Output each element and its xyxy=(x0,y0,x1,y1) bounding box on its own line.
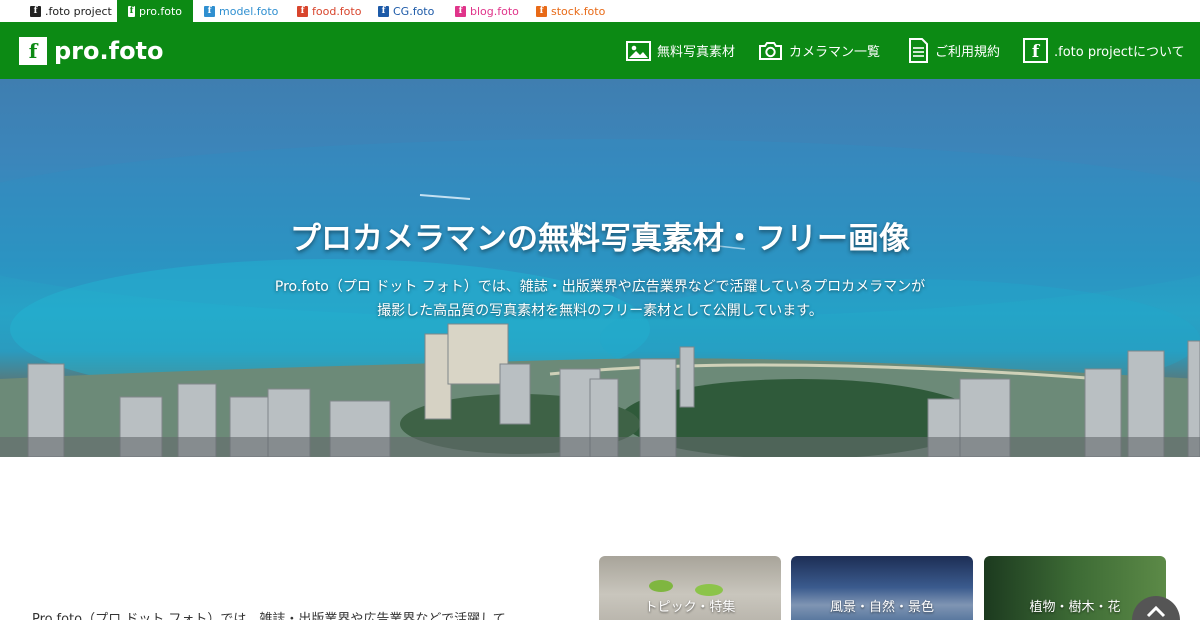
network-tab-label: blog.foto xyxy=(470,4,519,18)
category-card-landscape[interactable]: 風景・自然・景色 xyxy=(791,556,973,620)
chevron-up-icon xyxy=(1146,605,1166,618)
category-card-topics[interactable]: トピック・特集 xyxy=(599,556,781,620)
nav-photographers[interactable]: カメラマン一覧 xyxy=(758,22,880,79)
nav-terms[interactable]: ご利用規約 xyxy=(908,22,1000,79)
network-tab-stock-foto[interactable]: f stock.foto xyxy=(536,0,605,22)
nav-label: ご利用規約 xyxy=(935,45,1001,60)
network-tab-label: food.foto xyxy=(312,4,362,18)
hero-background-image xyxy=(0,139,1200,457)
logo-text: pro.foto xyxy=(54,37,164,65)
site-logo[interactable]: f pro.foto xyxy=(19,37,164,65)
camera-icon xyxy=(758,41,783,61)
network-tab-label: stock.foto xyxy=(551,4,606,18)
category-label: 風景・自然・景色 xyxy=(829,600,934,615)
intro-text: Pro.foto（プロ ドット フォト）では、雑誌・出版業界や広告業界などで活躍… xyxy=(32,612,506,620)
document-icon xyxy=(908,38,929,63)
foto-logo-icon: f xyxy=(30,5,41,17)
logo-mark: f xyxy=(19,37,47,65)
hero-description-line: Pro.foto（プロ ドット フォト）では、雑誌・出版業界や広告業界などで活躍… xyxy=(274,279,926,295)
category-label: トピック・特集 xyxy=(644,600,736,615)
foto-logo-icon: f xyxy=(128,5,136,17)
network-tab-bar: f .foto project f pro.foto f model.foto … xyxy=(0,0,1200,22)
network-tab-label: .foto project xyxy=(45,4,112,18)
nav-label: カメラマン一覧 xyxy=(789,45,881,60)
network-tab-label: model.foto xyxy=(219,4,279,18)
network-tab-blog-foto[interactable]: f blog.foto xyxy=(455,0,519,22)
svg-text:f: f xyxy=(1032,42,1041,62)
image-icon xyxy=(626,40,651,61)
foto-logo-icon: f xyxy=(204,5,215,17)
network-tab-label: pro.foto xyxy=(139,4,182,18)
foto-logo-icon: f xyxy=(1023,38,1048,63)
nav-label: 無料写真素材 xyxy=(657,45,736,60)
hero-title: プロカメラマンの無料写真素材・フリー画像 xyxy=(290,221,910,257)
hero-description: Pro.foto（プロ ドット フォト）では、雑誌・出版業界や広告業界などで活躍… xyxy=(0,275,1200,323)
hero-description-line: 撮影した高品質の写真素材を無料のフリー素材として公開しています。 xyxy=(377,303,823,319)
scroll-to-top-button[interactable] xyxy=(1132,596,1180,620)
foto-logo-icon: f xyxy=(378,5,389,17)
network-tab-cg-foto[interactable]: f CG.foto xyxy=(378,0,434,22)
network-tab-food-foto[interactable]: f food.foto xyxy=(297,0,361,22)
foto-logo-icon: f xyxy=(536,5,547,17)
network-tab-label: CG.foto xyxy=(393,4,435,18)
network-tab-pro-foto[interactable]: f pro.foto xyxy=(117,0,193,22)
site-header: f pro.foto 無料写真素材 カメラマン一覧 ご利用規約 f .foto … xyxy=(0,22,1200,79)
nav-free-photos[interactable]: 無料写真素材 xyxy=(626,22,735,79)
hero-banner: プロカメラマンの無料写真素材・フリー画像 Pro.foto（プロ ドット フォト… xyxy=(0,79,1200,457)
nav-label: .foto projectについて xyxy=(1054,45,1185,60)
foto-logo-icon: f xyxy=(297,5,308,17)
nav-about-foto-project[interactable]: f .foto projectについて xyxy=(1023,22,1185,79)
foto-logo-icon: f xyxy=(455,5,466,17)
network-tab-model-foto[interactable]: f model.foto xyxy=(204,0,278,22)
network-tab-foto-project[interactable]: f .foto project xyxy=(30,0,112,22)
